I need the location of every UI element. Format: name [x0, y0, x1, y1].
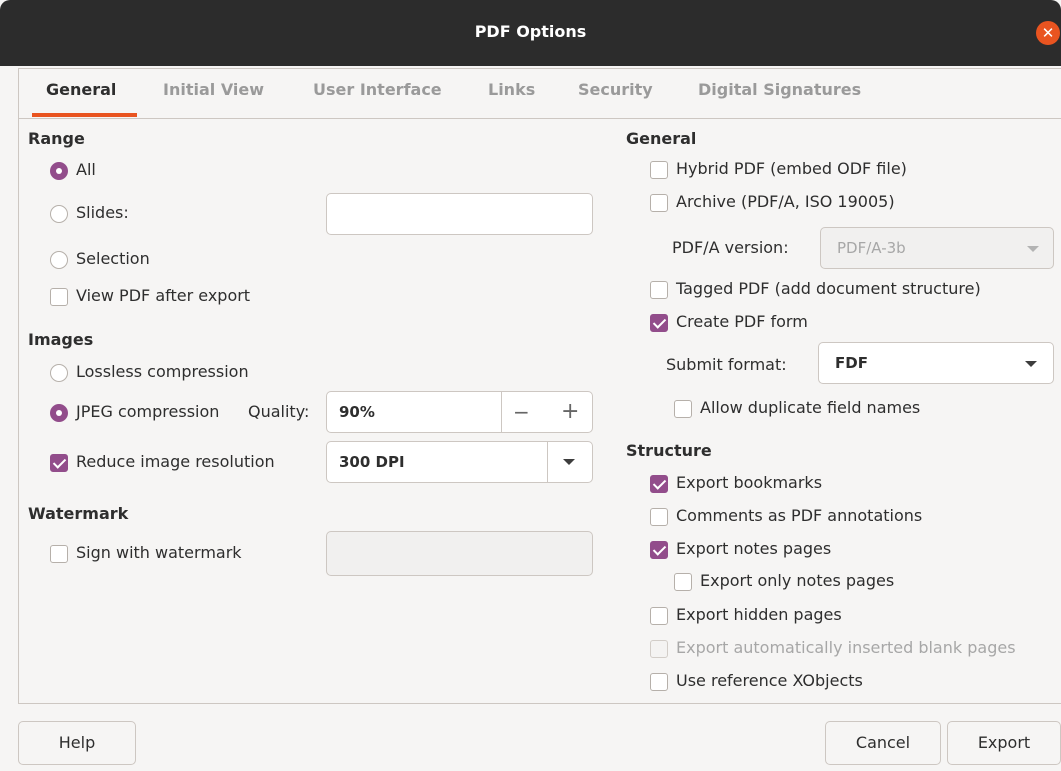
watermark-section-title: Watermark: [28, 504, 129, 523]
use-reference-xobjects-label[interactable]: Use reference XObjects: [676, 671, 863, 690]
reduce-resolution-label[interactable]: Reduce image resolution: [76, 452, 275, 471]
export-blank-pages-label: Export automatically inserted blank page…: [676, 638, 1016, 657]
tab-links[interactable]: Links: [488, 80, 535, 99]
window-title: PDF Options: [474, 22, 587, 41]
export-only-notes-checkbox[interactable]: [674, 573, 692, 591]
tagged-pdf-checkbox[interactable]: [650, 281, 668, 299]
comments-annotations-label[interactable]: Comments as PDF annotations: [676, 506, 922, 525]
hybrid-pdf-label[interactable]: Hybrid PDF (embed ODF file): [676, 159, 907, 178]
spin-separator: [501, 392, 502, 432]
tab-digital-signatures[interactable]: Digital Signatures: [698, 80, 861, 99]
sign-watermark-checkbox[interactable]: [50, 545, 68, 563]
export-hidden-pages-checkbox[interactable]: [650, 607, 668, 625]
allow-duplicate-names-checkbox[interactable]: [674, 400, 692, 418]
lossless-compression-label[interactable]: Lossless compression: [76, 362, 249, 381]
quality-label: Quality:: [248, 402, 310, 421]
export-bookmarks-label[interactable]: Export bookmarks: [676, 473, 822, 492]
chevron-down-icon: [1025, 361, 1037, 367]
tagged-pdf-label[interactable]: Tagged PDF (add document structure): [676, 279, 981, 298]
range-selection-label[interactable]: Selection: [76, 249, 150, 268]
slides-input[interactable]: [326, 193, 593, 235]
close-button[interactable]: ✕: [1036, 21, 1060, 45]
watermark-text-input: [326, 531, 593, 576]
view-pdf-after-export-label[interactable]: View PDF after export: [76, 286, 250, 305]
close-icon: ✕: [1041, 24, 1055, 42]
pdfa-version-value: PDF/A-3b: [837, 239, 906, 257]
range-all-radio[interactable]: [50, 162, 68, 180]
help-button[interactable]: Help: [18, 721, 136, 765]
range-all-label[interactable]: All: [76, 160, 96, 179]
quality-spinbox[interactable]: 90% − +: [326, 391, 593, 433]
tab-user-interface[interactable]: User Interface: [313, 80, 442, 99]
create-pdf-form-checkbox[interactable]: [650, 314, 668, 332]
resolution-dropdown[interactable]: 300 DPI: [326, 441, 593, 483]
submit-format-dropdown[interactable]: FDF: [818, 342, 1054, 384]
cancel-button[interactable]: Cancel: [825, 721, 941, 765]
export-notes-pages-label[interactable]: Export notes pages: [676, 539, 831, 558]
jpeg-compression-label[interactable]: JPEG compression: [76, 402, 219, 421]
export-notes-pages-checkbox[interactable]: [650, 541, 668, 559]
pdfa-version-label: PDF/A version:: [672, 238, 789, 257]
structure-section-title: Structure: [626, 441, 712, 460]
resolution-value: 300 DPI: [339, 453, 405, 471]
tab-security[interactable]: Security: [578, 80, 653, 99]
tab-initial-view[interactable]: Initial View: [163, 80, 264, 99]
export-bookmarks-checkbox[interactable]: [650, 475, 668, 493]
submit-format-value: FDF: [835, 354, 868, 372]
quality-decrement-button[interactable]: −: [513, 400, 530, 424]
reduce-resolution-checkbox[interactable]: [50, 454, 68, 472]
quality-increment-button[interactable]: +: [561, 399, 579, 424]
export-hidden-pages-label[interactable]: Export hidden pages: [676, 605, 842, 624]
tab-active-indicator: [32, 113, 137, 117]
general-section-title: General: [626, 129, 697, 148]
archive-pdfa-checkbox[interactable]: [650, 194, 668, 212]
export-only-notes-label[interactable]: Export only notes pages: [700, 571, 894, 590]
range-section-title: Range: [28, 129, 85, 148]
tab-general[interactable]: General: [46, 80, 116, 99]
submit-format-label: Submit format:: [666, 355, 787, 374]
range-slides-radio[interactable]: [50, 205, 68, 223]
export-button[interactable]: Export: [947, 721, 1061, 765]
use-reference-xobjects-checkbox[interactable]: [650, 673, 668, 691]
allow-duplicate-names-label[interactable]: Allow duplicate field names: [700, 398, 920, 417]
range-selection-radio[interactable]: [50, 251, 68, 269]
hybrid-pdf-checkbox[interactable]: [650, 161, 668, 179]
archive-pdfa-label[interactable]: Archive (PDF/A, ISO 19005): [676, 192, 895, 211]
comments-annotations-checkbox[interactable]: [650, 508, 668, 526]
chevron-down-icon: [1027, 246, 1039, 252]
sign-watermark-label[interactable]: Sign with watermark: [76, 543, 242, 562]
images-section-title: Images: [28, 330, 94, 349]
pdfa-version-dropdown: PDF/A-3b: [820, 227, 1054, 269]
chevron-down-icon: [563, 459, 575, 465]
lossless-compression-radio[interactable]: [50, 364, 68, 382]
range-slides-label[interactable]: Slides:: [76, 203, 129, 222]
create-pdf-form-label[interactable]: Create PDF form: [676, 312, 808, 331]
quality-value: 90%: [339, 403, 375, 421]
export-blank-pages-checkbox: [650, 640, 668, 658]
jpeg-compression-radio[interactable]: [50, 404, 68, 422]
dropdown-separator: [547, 442, 548, 482]
view-pdf-after-export-checkbox[interactable]: [50, 288, 68, 306]
